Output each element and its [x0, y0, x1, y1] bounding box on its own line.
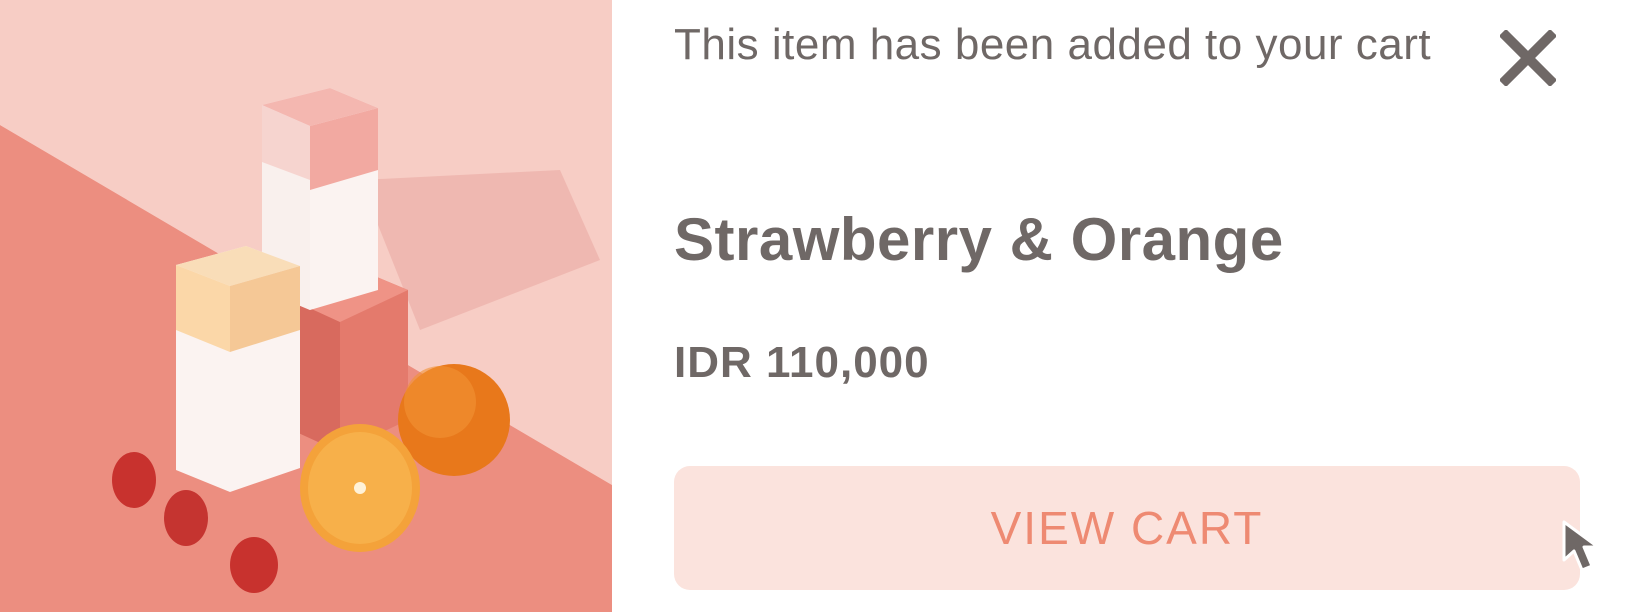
- added-to-cart-panel: This item has been added to your cart St…: [612, 0, 1642, 612]
- pointer-arrow-icon: [1562, 520, 1618, 584]
- close-icon[interactable]: [1498, 28, 1558, 88]
- product-price: IDR 110,000: [674, 338, 930, 387]
- added-to-cart-message: This item has been added to your cart: [674, 20, 1432, 69]
- view-cart-button[interactable]: VIEW CART: [674, 466, 1580, 590]
- product-photo: [0, 0, 612, 612]
- product-name: Strawberry & Orange: [674, 206, 1284, 273]
- product-image: [0, 0, 612, 612]
